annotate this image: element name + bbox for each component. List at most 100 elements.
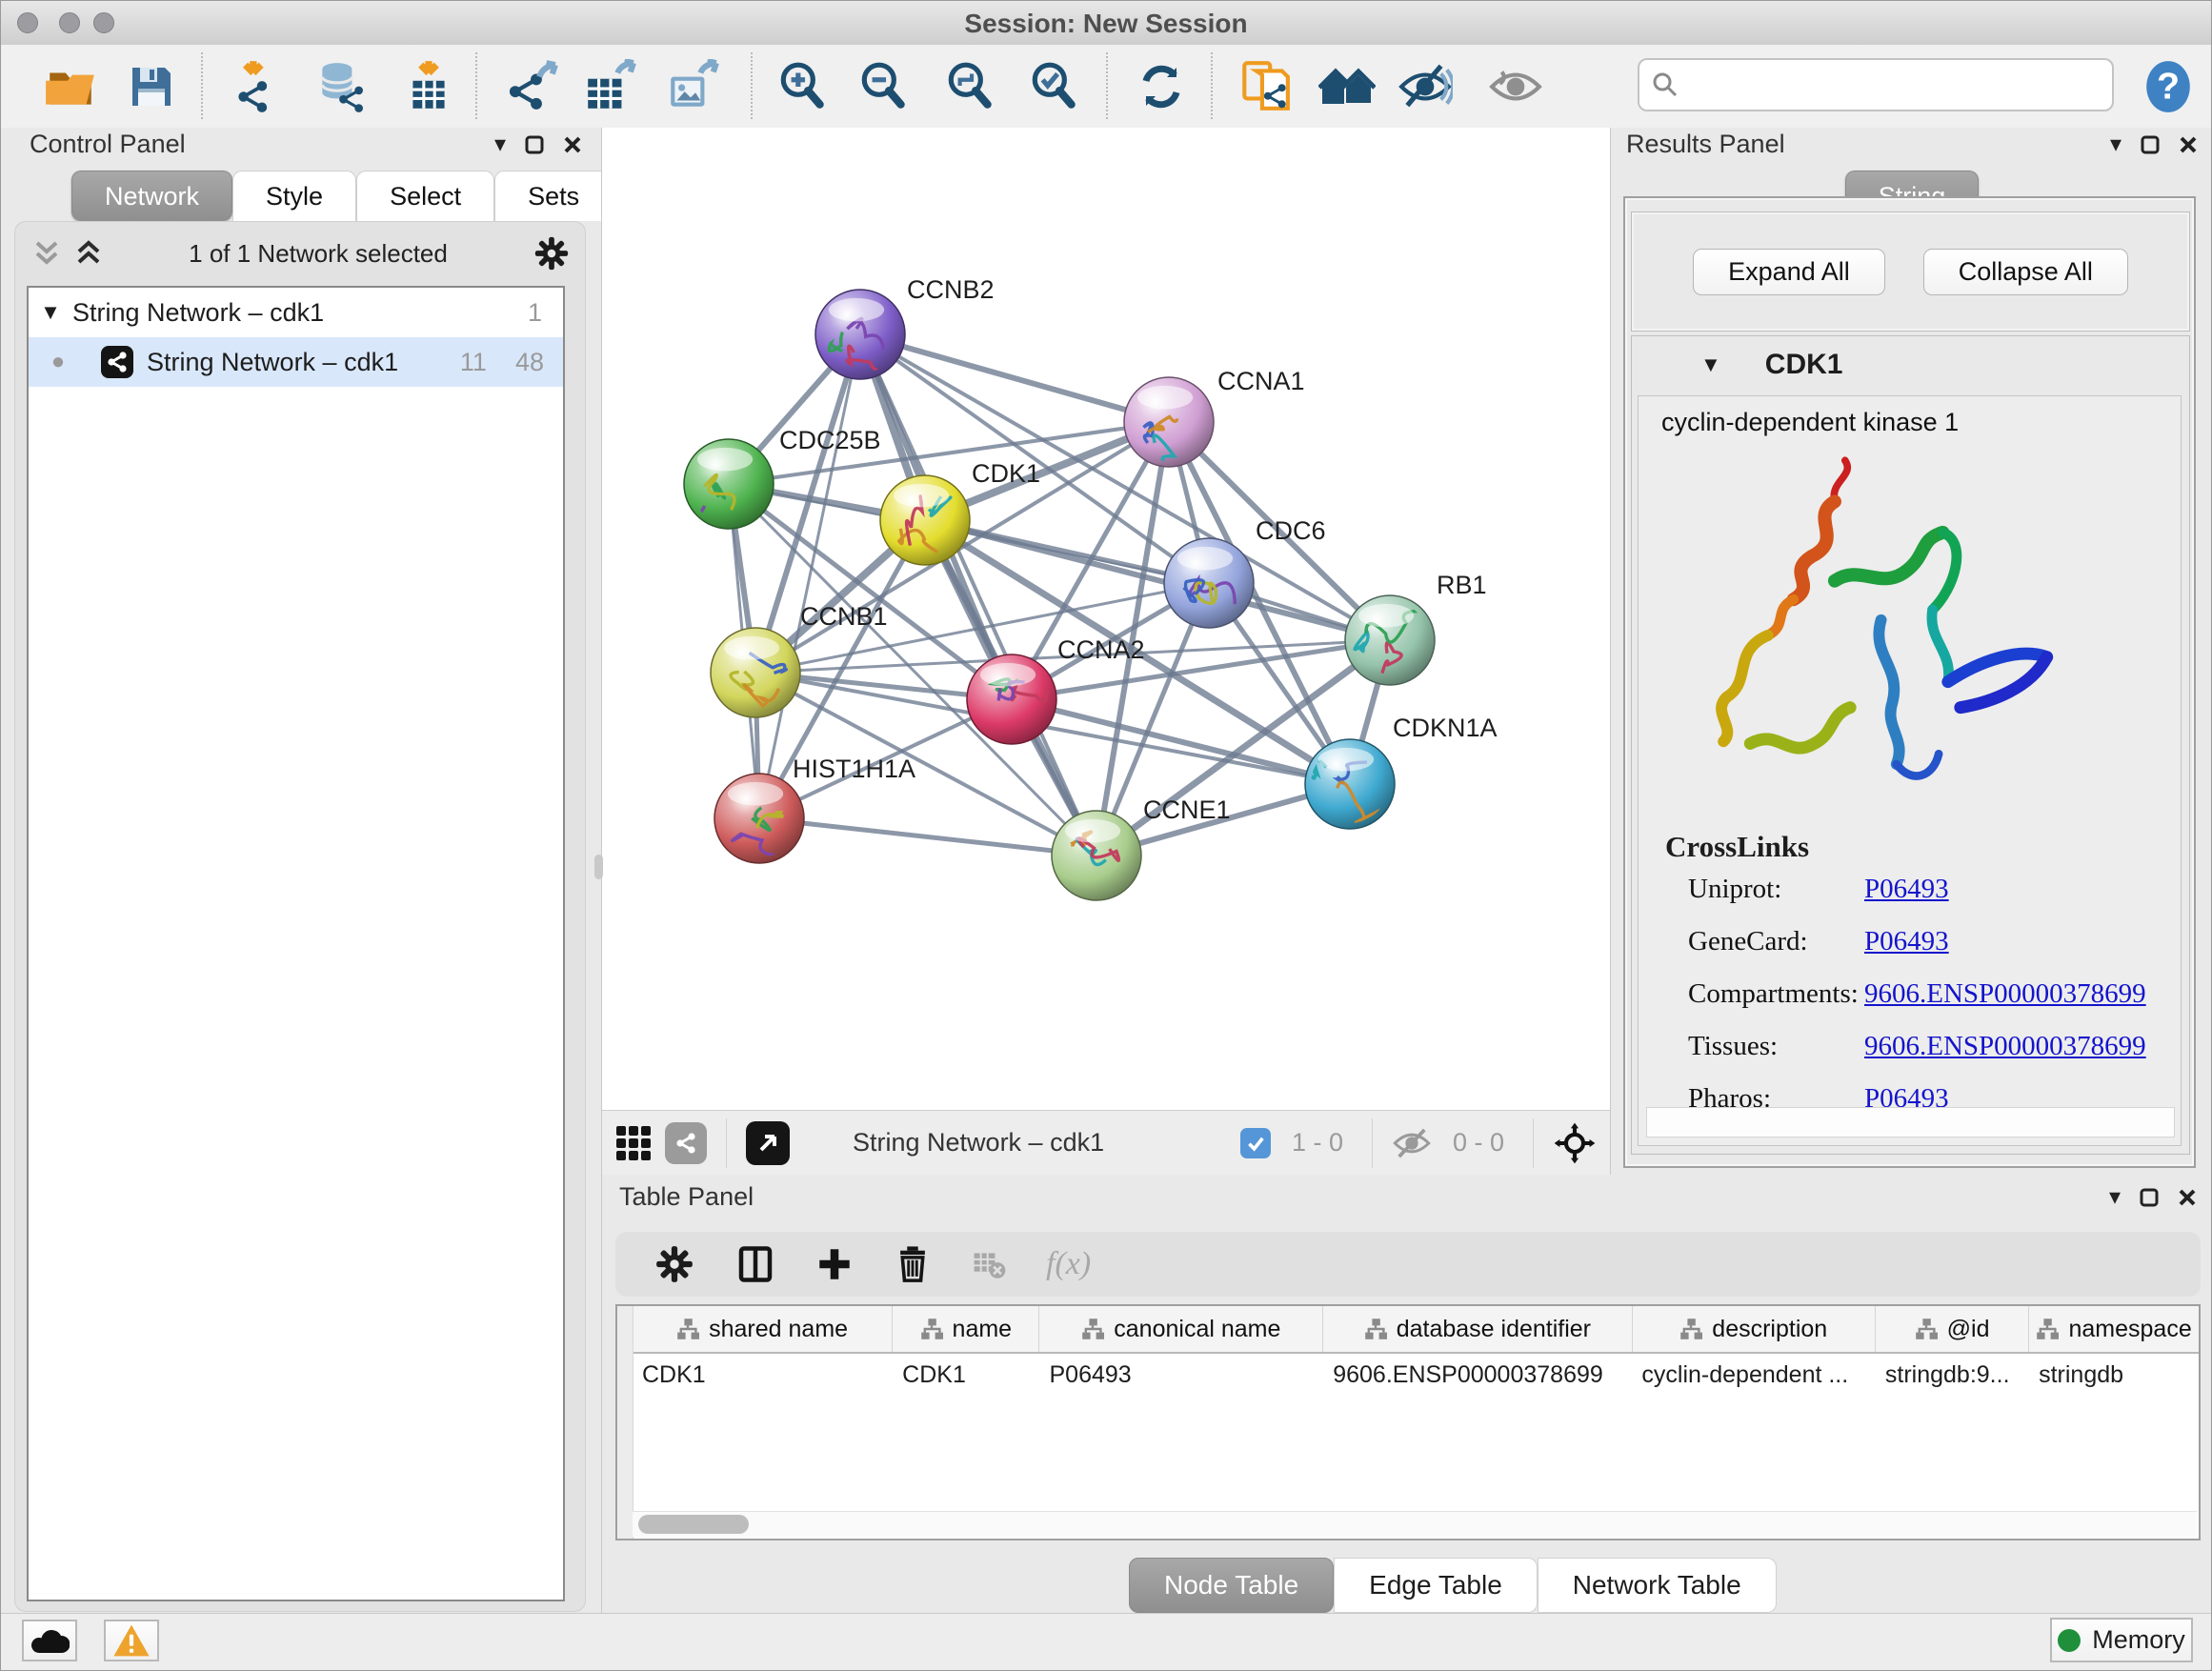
string-network-icon: [101, 346, 133, 378]
tab-select[interactable]: Select: [356, 171, 494, 221]
close-panel-icon[interactable]: [2178, 1188, 2197, 1207]
export-table-button[interactable]: [579, 56, 640, 117]
network-node-rb1[interactable]: RB1: [1345, 571, 1487, 685]
delete-column-trash-icon[interactable]: [894, 1243, 932, 1285]
collapse-all-button[interactable]: Collapse All: [1923, 249, 2128, 295]
close-panel-icon[interactable]: [2179, 135, 2198, 154]
search-input[interactable]: [1689, 70, 2101, 101]
crosslink-link[interactable]: P06493: [1864, 874, 1949, 905]
network-collection-row[interactable]: ▼ String Network – cdk1 1: [29, 288, 563, 337]
network-node-hist1h1a[interactable]: HIST1H1A: [714, 755, 915, 863]
network-canvas[interactable]: CCNB2CCNA1CDC25BCDK1CDC6RB1CCNB1CCNA2CDK…: [602, 128, 1610, 1110]
float-panel-icon[interactable]: [2141, 135, 2160, 154]
memory-label: Memory: [2092, 1625, 2185, 1655]
import-table-button[interactable]: [398, 56, 459, 117]
expand-all-icon[interactable]: [73, 237, 104, 270]
zoom-fit-button[interactable]: [940, 56, 1001, 117]
tab-node-table[interactable]: Node Table: [1129, 1558, 1334, 1613]
grid-view-icon[interactable]: [615, 1125, 652, 1161]
node-table[interactable]: shared name name canonical name database…: [615, 1304, 2201, 1540]
float-panel-icon[interactable]: [2140, 1188, 2159, 1207]
refresh-view-button[interactable]: [1131, 56, 1192, 117]
selected-nodes-checkbox-icon[interactable]: [1240, 1128, 1271, 1158]
return-to-home-button[interactable]: [1317, 56, 1377, 117]
warning-status-button[interactable]: [104, 1620, 159, 1661]
table-settings-gear-icon[interactable]: [654, 1243, 695, 1285]
show-annotations-button[interactable]: [1234, 56, 1295, 117]
tab-network-table[interactable]: Network Table: [1538, 1558, 1777, 1613]
control-panel: Control Panel ▾ Network Style Select Set…: [1, 128, 601, 1613]
hidden-eye-icon[interactable]: [1392, 1127, 1432, 1159]
network-row-selected[interactable]: ● String Network – cdk1 11 48: [29, 337, 563, 387]
zoom-out-button[interactable]: [854, 56, 915, 117]
divider-handle[interactable]: [594, 855, 603, 879]
zoom-in-button[interactable]: [773, 56, 834, 117]
network-view[interactable]: CCNB2CCNA1CDC25BCDK1CDC6RB1CCNB1CCNA2CDK…: [601, 128, 1611, 1175]
save-session-button[interactable]: [121, 56, 182, 117]
crosshair-icon[interactable]: [1553, 1121, 1597, 1165]
network-node-ccne1[interactable]: CCNE1: [1052, 795, 1231, 900]
panel-menu-icon[interactable]: ▾: [2109, 1183, 2121, 1211]
panel-menu-icon[interactable]: ▾: [494, 131, 506, 158]
search-field[interactable]: [1638, 58, 2114, 111]
cloud-status-button[interactable]: [22, 1620, 77, 1661]
close-panel-icon[interactable]: [563, 135, 582, 154]
column-header[interactable]: database identifier: [1323, 1306, 1632, 1352]
float-panel-icon[interactable]: [525, 135, 544, 154]
cloud-icon: [30, 1626, 70, 1655]
network-name: String Network – cdk1: [147, 348, 398, 377]
panel-menu-icon[interactable]: ▾: [2110, 131, 2122, 158]
export-image-button[interactable]: [662, 56, 723, 117]
crosslink-link[interactable]: 9606.ENSP00000378699: [1864, 1031, 2146, 1062]
crosslink-link[interactable]: 9606.ENSP00000378699: [1864, 978, 2146, 1010]
table-panel: Table Panel ▾ f(x) shared name name cano…: [601, 1175, 2212, 1613]
open-in-window-icon[interactable]: [746, 1121, 790, 1165]
column-header[interactable]: description: [1633, 1306, 1877, 1352]
help-button[interactable]: ?: [2138, 56, 2199, 117]
column-header[interactable]: canonical name: [1039, 1306, 1323, 1352]
zoom-selected-button[interactable]: [1024, 56, 1085, 117]
network-node-ccnb1[interactable]: CCNB1: [711, 602, 888, 717]
network-node-cdc25b[interactable]: CDC25B: [684, 426, 881, 536]
export-image-icon: [665, 59, 720, 114]
tab-network[interactable]: Network: [71, 171, 232, 221]
collapse-all-icon[interactable]: [31, 237, 62, 270]
open-session-button[interactable]: [40, 56, 101, 117]
network-node-cdkn1a[interactable]: CDKN1A: [1304, 714, 1498, 829]
node-result-header[interactable]: ▼ CDK1: [1632, 336, 2189, 393]
window-title: Session: New Session: [1, 9, 2211, 39]
table-row[interactable]: CDK1 CDK1 P06493 9606.ENSP00000378699 cy…: [633, 1354, 2199, 1396]
column-header[interactable]: namespace: [2029, 1306, 2199, 1352]
create-column-plus-icon[interactable]: [815, 1245, 854, 1283]
results-panel: Results Panel ▾ String Expand All Collap…: [1611, 128, 2212, 1175]
node-label-cdc25b: CDC25B: [779, 426, 881, 454]
import-network-from-database-button[interactable]: [311, 56, 372, 117]
column-header[interactable]: @id: [1876, 1306, 2029, 1352]
horizontal-scrollbar[interactable]: [633, 1511, 2197, 1537]
tab-sets[interactable]: Sets: [494, 171, 613, 221]
tab-style[interactable]: Style: [232, 171, 356, 221]
show-hide-graphics-details-button[interactable]: [1395, 56, 1456, 117]
gear-icon[interactable]: [533, 234, 571, 272]
import-network-button[interactable]: [227, 56, 288, 117]
node-label-ccna2: CCNA2: [1057, 635, 1145, 664]
show-columns-icon[interactable]: [735, 1243, 775, 1285]
crosslink-link[interactable]: P06493: [1864, 926, 1949, 957]
share-network-icon[interactable]: [665, 1122, 707, 1164]
database-icon: [313, 59, 369, 114]
collapse-arrow-icon[interactable]: ▼: [29, 300, 72, 325]
annotations-icon: [1237, 59, 1292, 114]
column-header[interactable]: name: [893, 1306, 1039, 1352]
help-icon: ?: [2141, 59, 2196, 114]
collapse-arrow-icon[interactable]: ▼: [1700, 352, 1721, 377]
eye-slash-blue-icon: [1398, 59, 1453, 114]
tab-edge-table[interactable]: Edge Table: [1334, 1558, 1538, 1613]
titlebar: Session: New Session: [1, 1, 2211, 46]
refresh-icon: [1135, 60, 1188, 113]
expand-all-button[interactable]: Expand All: [1693, 249, 1885, 295]
export-network-button[interactable]: [501, 56, 562, 117]
scrollbar-thumb[interactable]: [638, 1515, 749, 1534]
column-header[interactable]: shared name: [633, 1306, 893, 1352]
memory-button[interactable]: Memory: [2050, 1618, 2193, 1662]
show-hide-birdseye-button[interactable]: [1485, 56, 1546, 117]
